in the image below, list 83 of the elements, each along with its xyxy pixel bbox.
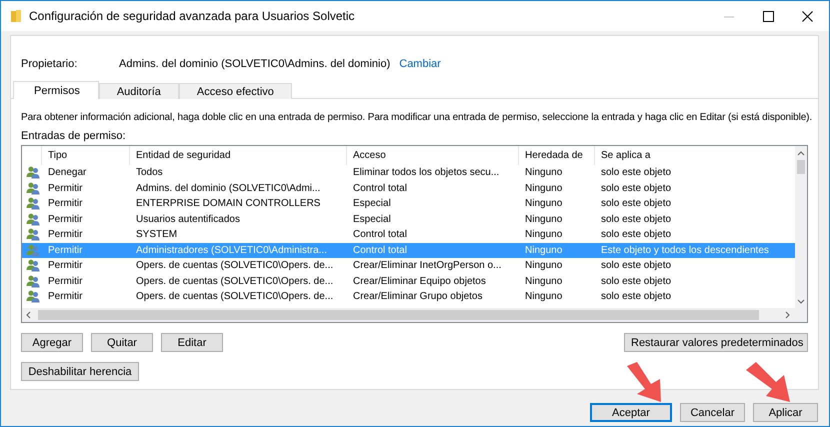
table-cell-text: solo este objeto: [600, 228, 672, 242]
table-cell-text: Todos: [135, 166, 164, 180]
column-header[interactable]: Entidad de seguridad: [130, 146, 347, 165]
users-icon: [26, 274, 40, 288]
disable-inheritance-button[interactable]: Deshabilitar herencia: [21, 362, 139, 381]
table-cell-text: Permitir: [47, 290, 84, 304]
table-cell-text: solo este objeto: [600, 274, 672, 289]
table-cell-text: SYSTEM: [135, 228, 178, 242]
table-cell-text: Crear/Eliminar Grupo objetos: [352, 290, 484, 304]
users-icon: [26, 197, 40, 210]
table-cell-text: Especial: [352, 212, 392, 227]
table-cell-text: Ninguno: [524, 228, 564, 242]
table-cell-text: Permitir: [47, 212, 84, 227]
table-cell-text: Control total: [352, 182, 408, 196]
table-cell-text: Ninguno: [524, 182, 564, 196]
dialog-button[interactable]: Aceptar: [590, 403, 672, 422]
tab[interactable]: Acceso efectivo: [178, 83, 292, 99]
table-cell-text: Denegar: [47, 166, 88, 180]
table-cell-text: Opers. de cuentas (SOLVETIC0\Opers. de...: [135, 274, 334, 289]
scroll-thumb[interactable]: [797, 160, 805, 174]
table-cell-text: solo este objeto: [600, 212, 672, 227]
entries-label: Entradas de permiso:: [21, 130, 127, 142]
restore-defaults-button[interactable]: Restaurar valores predeterminados: [624, 333, 808, 352]
table-cell-text: Admins. del dominio (SOLVETIC0\Admi...: [135, 182, 322, 196]
column-header[interactable]: Acceso: [347, 146, 519, 165]
table-cell-text: Control total: [352, 228, 408, 242]
table-cell: Permitir: [42, 242, 130, 258]
horizontal-scrollbar[interactable]: [22, 308, 807, 322]
owner-value: Admins. del dominio (SOLVETIC0\Admins. del dominio): [119, 58, 390, 70]
column-header[interactable]: Heredada de: [519, 146, 595, 165]
users-icon: [26, 166, 40, 180]
table-cell-text: Ninguno: [524, 197, 564, 212]
tab[interactable]: Permisos: [13, 81, 99, 99]
table-cell-text: Especial: [352, 197, 392, 212]
table-cell-text: Ninguno: [524, 166, 564, 180]
annotation-arrow: [746, 362, 792, 402]
table-cell-text: solo este objeto: [600, 197, 672, 212]
table-cell-text: Opers. de cuentas (SOLVETIC0\Opers. de...: [135, 259, 334, 274]
users-icon: [26, 182, 40, 195]
entry-button[interactable]: Quitar: [91, 333, 153, 352]
users-icon: [26, 290, 40, 304]
table-cell-text: Permitir: [47, 228, 84, 242]
dialog-button[interactable]: Cancelar: [680, 403, 745, 422]
vertical-scrollbar[interactable]: [795, 146, 807, 308]
owner-label: Propietario:: [21, 58, 78, 70]
close-icon[interactable]: [802, 10, 813, 22]
users-icon: [26, 259, 40, 272]
table-cell-text: Opers. de cuentas (SOLVETIC0\Opers. de...: [135, 290, 334, 304]
table-cell-text: solo este objeto: [600, 259, 672, 274]
tab[interactable]: Auditoría: [98, 83, 179, 99]
table-cell: Este objeto y todos los descendientes: [595, 242, 798, 258]
column-header[interactable]: Tipo: [42, 146, 130, 165]
table-cell-text: Permitir: [47, 274, 84, 289]
table-cell-text: Ninguno: [524, 290, 564, 304]
users-icon: [26, 212, 40, 226]
table-cell-text: solo este objeto: [600, 166, 672, 180]
entry-button[interactable]: Editar: [161, 333, 223, 352]
table-cell-text: Ninguno: [524, 274, 564, 289]
table-cell-text: Permitir: [47, 259, 84, 274]
table-cell-text: Permitir: [47, 182, 84, 196]
maximize-icon[interactable]: [763, 10, 774, 22]
users-icon: [26, 228, 40, 242]
table-cell-text: Usuarios autentificados: [135, 212, 241, 227]
table-cell-text: Permitir: [47, 197, 84, 212]
table-cell: Ninguno: [519, 242, 595, 258]
scroll-thumb[interactable]: [38, 310, 759, 320]
table-cell-text: solo este objeto: [600, 182, 672, 196]
table-cell-text: Ninguno: [524, 212, 564, 227]
table-cell-text: Ninguno: [524, 259, 564, 274]
table-cell-text: ENTERPRISE DOMAIN CONTROLLERS: [135, 197, 322, 212]
window-title: Configuración de seguridad avanzada para Usuarios Solvetic: [29, 9, 356, 23]
folder-icon: [11, 10, 21, 22]
table-cell-text: solo este objeto: [600, 290, 672, 304]
table-cell: Administradores (SOLVETIC0\Administra...: [130, 242, 347, 258]
instructions-text: Para obtener información adicional, haga doble clic en una entrada de permiso. Para modificar una entrada de permiso, seleccione la entrada y haga clic en Editar (si está disponible).: [21, 112, 814, 123]
table-cell-text: Crear/Eliminar Equipo objetos: [352, 274, 487, 289]
dialog-button[interactable]: Aplicar: [753, 403, 818, 422]
users-icon: [26, 244, 40, 257]
table-cell-text: Crear/Eliminar InetOrgPerson o...: [352, 259, 502, 274]
change-link[interactable]: Cambiar: [399, 58, 441, 70]
entry-button[interactable]: Agregar: [21, 333, 83, 352]
table-cell: Control total: [347, 242, 519, 258]
table-cell-text: Eliminar todos los objetos secu...: [352, 166, 500, 180]
